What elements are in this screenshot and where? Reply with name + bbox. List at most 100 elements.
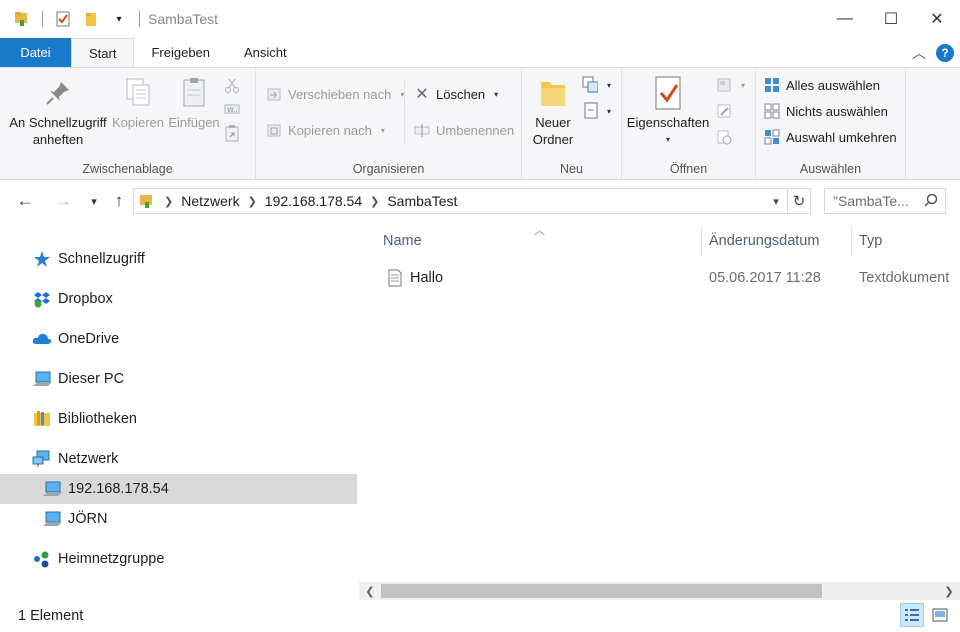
nav-item-this-pc[interactable]: Dieser PC <box>0 364 357 394</box>
paste-shortcut-button[interactable] <box>224 122 240 144</box>
column-header-name[interactable]: Name <box>383 222 422 260</box>
search-input[interactable]: "SambaTe... <box>824 188 946 214</box>
copy-to-icon <box>266 122 282 138</box>
history-button[interactable] <box>716 126 732 148</box>
refresh-icon[interactable]: ↻ <box>788 188 811 214</box>
nav-item-dropbox[interactable]: Dropbox <box>0 284 357 314</box>
properties-label: Eigenschaften <box>626 115 710 130</box>
address-dropdown-icon[interactable]: ▾ <box>765 189 787 213</box>
select-all-button[interactable]: Alles auswählen <box>764 74 880 96</box>
qat-separator <box>42 11 43 27</box>
delete-button[interactable]: ✕ Löschen ▾ <box>414 83 498 105</box>
folder-network-icon[interactable] <box>12 9 32 29</box>
group-label-organize: Organisieren <box>352 162 425 176</box>
tab-share[interactable]: Freigeben <box>134 38 227 67</box>
large-icons-view-icon[interactable] <box>928 603 952 627</box>
tab-view[interactable]: Ansicht <box>227 38 304 67</box>
title-bar: ▾ SambaTest — ☐ ✕ <box>0 0 960 38</box>
maximize-button[interactable]: ☐ <box>868 0 914 38</box>
properties-icon[interactable] <box>53 9 73 29</box>
collapse-ribbon-icon[interactable]: ︿ <box>912 43 926 63</box>
select-none-button[interactable]: Nichts auswählen <box>764 100 888 122</box>
nav-item-onedrive[interactable]: OneDrive <box>0 324 357 354</box>
tab-start[interactable]: Start <box>71 38 135 67</box>
select-none-label: Nichts auswählen <box>786 103 888 119</box>
help-icon[interactable]: ? <box>936 43 954 62</box>
rename-button[interactable]: Umbenennen <box>414 119 514 141</box>
nav-item-host-selected[interactable]: 192.168.178.54 <box>0 474 357 504</box>
pin-quick-access-button[interactable]: An Schnellzugriff anheften <box>8 74 108 148</box>
new-item-button[interactable]: ▾ <box>582 74 611 96</box>
cloud-icon <box>32 329 52 349</box>
nav-label: Dieser PC <box>58 371 125 387</box>
star-icon <box>32 249 52 269</box>
copy-to-button[interactable]: Kopieren nach ▾ <box>266 119 385 141</box>
tab-file[interactable]: Datei <box>0 38 71 67</box>
breadcrumb-share[interactable]: SambaTest <box>381 193 463 209</box>
details-view-icon[interactable] <box>900 603 924 627</box>
scissors-icon <box>224 77 240 93</box>
recent-locations-icon[interactable]: ▾ <box>81 188 107 214</box>
column-divider[interactable] <box>851 226 852 256</box>
scroll-left-icon[interactable]: ❮ <box>361 582 379 600</box>
invert-selection-icon <box>764 129 780 145</box>
properties-caret-icon[interactable]: ▾ <box>666 131 670 148</box>
nav-item-homegroup[interactable]: Heimnetzgruppe <box>0 544 357 574</box>
computer-icon <box>42 479 62 499</box>
column-header-type[interactable]: Typ <box>859 222 882 260</box>
copy-button[interactable]: Kopieren <box>110 74 166 131</box>
address-bar[interactable]: ❯ Netzwerk ❯ 192.168.178.54 ❯ SambaTest … <box>133 188 788 214</box>
file-row[interactable]: Hallo 05.06.2017 11:28 Textdokument <box>359 264 960 292</box>
customize-qat-icon[interactable]: ▾ <box>109 9 129 29</box>
file-list: ︿ Name Änderungsdatum Typ Hallo 05.06.20… <box>359 222 960 600</box>
pin-label-2: anheften <box>32 132 84 147</box>
nav-label: Dropbox <box>58 291 113 307</box>
column-divider[interactable] <box>701 226 702 256</box>
new-folder-button[interactable]: Neuer Ordner <box>528 74 578 148</box>
edit-icon <box>716 103 732 119</box>
properties-button[interactable]: Eigenschaften ▾ <box>626 74 710 148</box>
group-label-clipboard: Zwischenablage <box>82 162 173 176</box>
back-arrow-icon[interactable]: ← <box>12 188 38 214</box>
copy-label: Kopieren <box>111 115 165 130</box>
copy-path-button[interactable]: W.. <box>224 98 240 120</box>
horizontal-scrollbar[interactable]: ❮ ❯ <box>359 582 960 600</box>
status-bar: 1 Element <box>0 600 960 632</box>
move-to-button[interactable]: Verschieben nach ▾ <box>266 83 404 105</box>
breadcrumb-chevron-icon[interactable]: ❯ <box>246 195 259 208</box>
open-icon <box>716 77 732 93</box>
close-button[interactable]: ✕ <box>914 0 960 38</box>
easy-access-button[interactable]: ▾ <box>582 100 611 122</box>
group-label-open: Öffnen <box>669 162 708 176</box>
breadcrumb-chevron-icon[interactable]: ❯ <box>368 195 381 208</box>
minimize-button[interactable]: — <box>822 0 868 38</box>
ribbon-tabs: Datei Start Freigeben Ansicht ︿ ? <box>0 38 960 67</box>
nav-item-network[interactable]: Netzwerk <box>0 444 357 474</box>
nav-item-quick-access[interactable]: Schnellzugriff <box>0 244 357 274</box>
open-button[interactable]: ▾ <box>716 74 745 96</box>
rename-label: Umbenennen <box>436 122 515 138</box>
forward-arrow-icon[interactable]: → <box>50 188 76 214</box>
invert-selection-button[interactable]: Auswahl umkehren <box>764 126 897 148</box>
breadcrumb-host[interactable]: 192.168.178.54 <box>259 193 368 209</box>
new-folder-icon[interactable] <box>81 9 101 29</box>
breadcrumb-chevron-icon[interactable]: ❯ <box>162 195 175 208</box>
copy-icon <box>121 74 155 112</box>
nav-label: 192.168.178.54 <box>68 481 169 497</box>
nav-label: OneDrive <box>58 331 120 347</box>
nav-item-joern[interactable]: JÖRN <box>0 504 357 534</box>
scroll-right-icon[interactable]: ❯ <box>940 582 958 600</box>
copy-path-icon: W.. <box>224 101 240 117</box>
breadcrumb-network[interactable]: Netzwerk <box>175 193 245 209</box>
up-arrow-icon[interactable]: ↑ <box>106 188 132 214</box>
scrollbar-thumb[interactable] <box>381 584 822 598</box>
file-name: Hallo <box>410 270 444 286</box>
nav-item-libraries[interactable]: Bibliotheken <box>0 404 357 434</box>
ribbon: An Schnellzugriff anheften Kopieren Einf… <box>0 67 960 180</box>
column-header-date[interactable]: Änderungsdatum <box>709 222 819 260</box>
invert-selection-label: Auswahl umkehren <box>786 129 897 145</box>
edit-button[interactable] <box>716 100 732 122</box>
svg-text:W..: W.. <box>227 106 238 114</box>
paste-button[interactable]: Einfügen <box>168 74 220 131</box>
cut-button[interactable] <box>224 74 240 96</box>
